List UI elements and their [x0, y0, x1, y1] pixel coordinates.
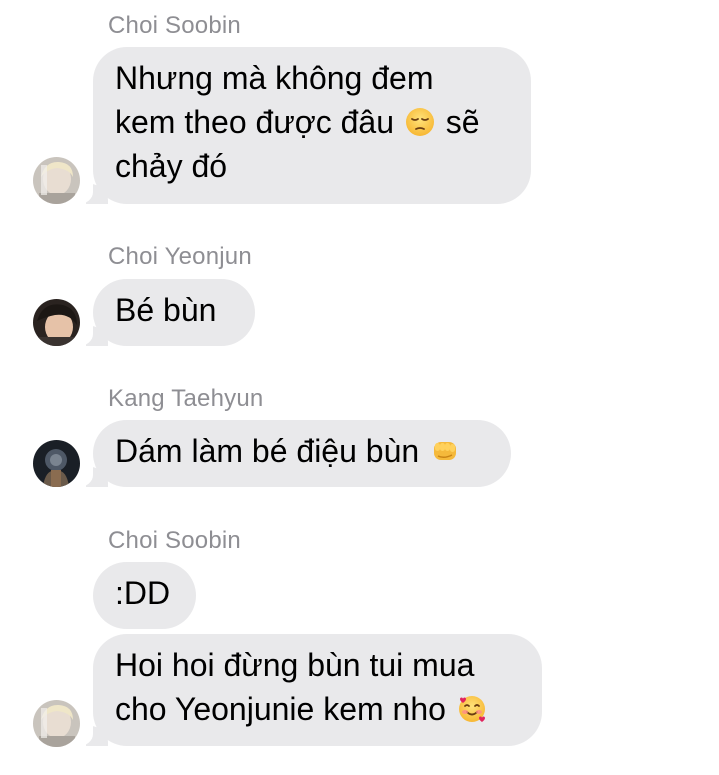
- sender-name: Choi Yeonjun: [108, 243, 252, 270]
- message-text: cho Yeonjunie kem nho: [115, 687, 520, 731]
- message-text: Dám làm bé điệu bùn: [115, 429, 489, 473]
- message-text: kem theo được đâu sẽ: [115, 104, 480, 140]
- message-text: Hoi hoi đừng bùn tui mua: [115, 647, 475, 683]
- message-bubble[interactable]: :DD: [93, 562, 196, 629]
- avatar[interactable]: [33, 700, 80, 747]
- message-bubble[interactable]: Bé bùn: [78, 279, 255, 346]
- message-bubble[interactable]: Hoi hoi đừng bùn tui mua cho Yeonjunie k…: [78, 634, 542, 746]
- pensive-face-icon: [405, 107, 435, 137]
- message-text: Nhưng mà không đem: [115, 60, 434, 96]
- avatar[interactable]: [33, 299, 80, 346]
- message-text: :DD: [115, 575, 171, 611]
- bubble-tail: [78, 184, 108, 204]
- sender-name: Kang Taehyun: [108, 385, 264, 412]
- bubble-tail: [78, 726, 108, 746]
- oncoming-fist-icon: [430, 436, 460, 466]
- bubble-tail: [78, 467, 108, 487]
- smiling-face-with-hearts-icon: [457, 694, 487, 724]
- bubble-tail: [78, 326, 108, 346]
- message-text: chảy đó: [115, 148, 228, 184]
- message-text: Bé bùn: [115, 292, 217, 328]
- message-bubble[interactable]: Dám làm bé điệu bùn: [78, 420, 511, 487]
- avatar[interactable]: [33, 157, 80, 204]
- message-bubble[interactable]: Nhưng mà không đem kem theo được đâu sẽ …: [78, 47, 531, 204]
- sender-name: Choi Soobin: [108, 527, 241, 554]
- avatar[interactable]: [33, 440, 80, 487]
- sender-name: Choi Soobin: [108, 12, 241, 39]
